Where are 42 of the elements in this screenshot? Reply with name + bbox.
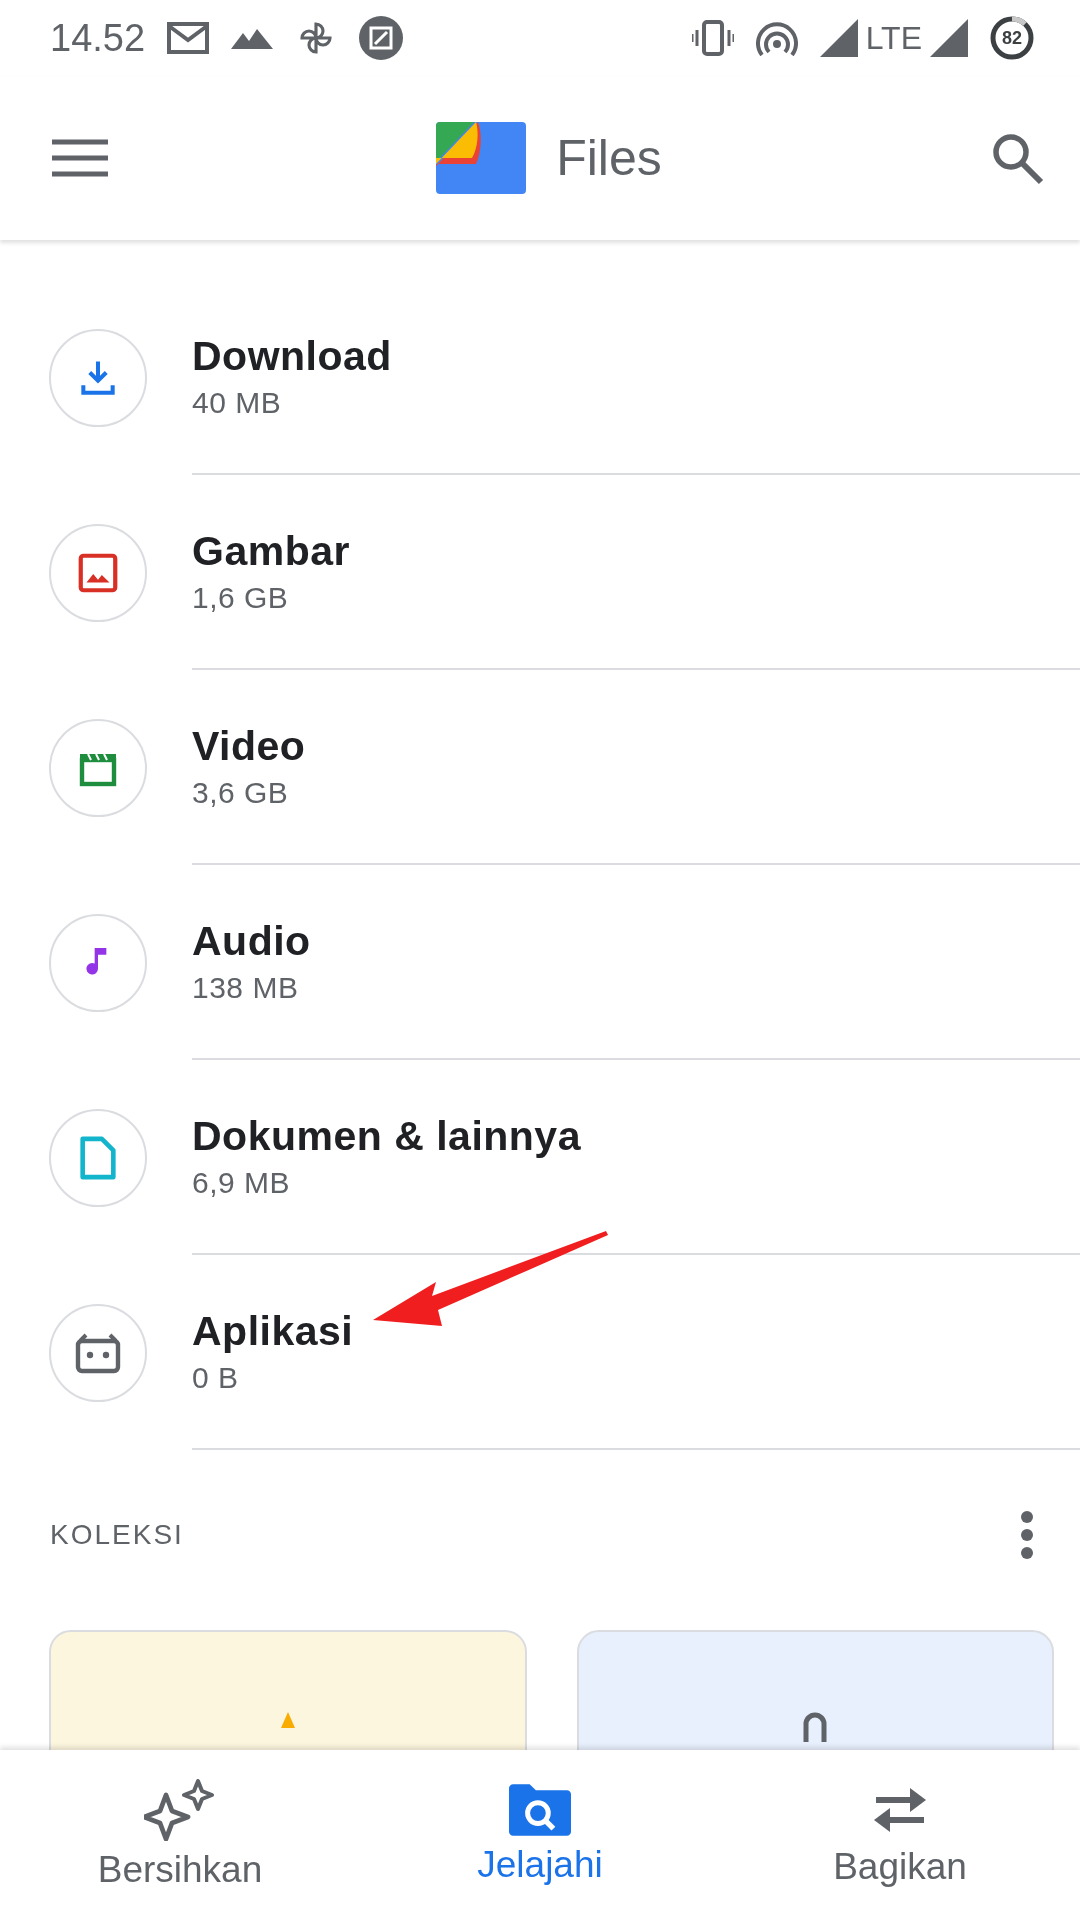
hotspot-icon [755,20,798,56]
battery-ring-icon [990,16,1034,60]
menu-icon[interactable] [52,139,108,177]
sparkle-icon [144,1779,216,1841]
category-name[interactable]: Download [192,333,1080,380]
category-icon-circle[interactable] [49,718,147,817]
more-options-icon[interactable] [1020,1510,1034,1560]
screenshot-icon [359,16,404,60]
section-title: KOLEKSI [50,1519,185,1551]
category-size: 3,6 GB [192,776,290,810]
category-size: 40 MB [192,386,283,420]
category-icon-circle[interactable] [49,913,147,1012]
category-name[interactable]: Video [192,723,1080,770]
category-size: 1,6 GB [192,581,290,615]
folder-search-icon [509,1784,571,1836]
signal-icon [819,19,858,57]
signal-icon [930,19,968,57]
category-name[interactable]: Aplikasi [192,1308,1080,1355]
search-icon[interactable] [990,131,1044,185]
category-size: 6,9 MB [192,1166,292,1200]
mail-icon [167,22,210,54]
category-name[interactable]: Dokumen & lainnya [192,1113,1080,1160]
mountain-icon [231,27,274,49]
files-logo-icon [436,122,527,194]
category-icon-circle[interactable] [49,328,147,427]
category-name[interactable]: Audio [192,918,1080,965]
app-title: Files [556,129,662,187]
network-label: LTE [865,19,922,57]
category-size: 0 B [192,1361,240,1395]
nav-tab[interactable]: Bagikan [720,1750,1080,1920]
status-time: 14.52 [50,16,146,60]
battery-level: 82 [1002,27,1022,49]
nav-tab[interactable]: Jelajahi [360,1750,720,1920]
category-name[interactable]: Gambar [192,528,1080,575]
category-icon-circle[interactable] [49,1303,147,1402]
category-icon-circle[interactable] [49,523,147,622]
document-icon [78,1134,118,1181]
category-icon-circle[interactable] [49,1108,147,1207]
vibrate-icon [691,20,734,56]
nav-tab[interactable]: Bersihkan [0,1750,360,1920]
category-size: 138 MB [192,971,300,1005]
star-icon [280,1712,295,1728]
